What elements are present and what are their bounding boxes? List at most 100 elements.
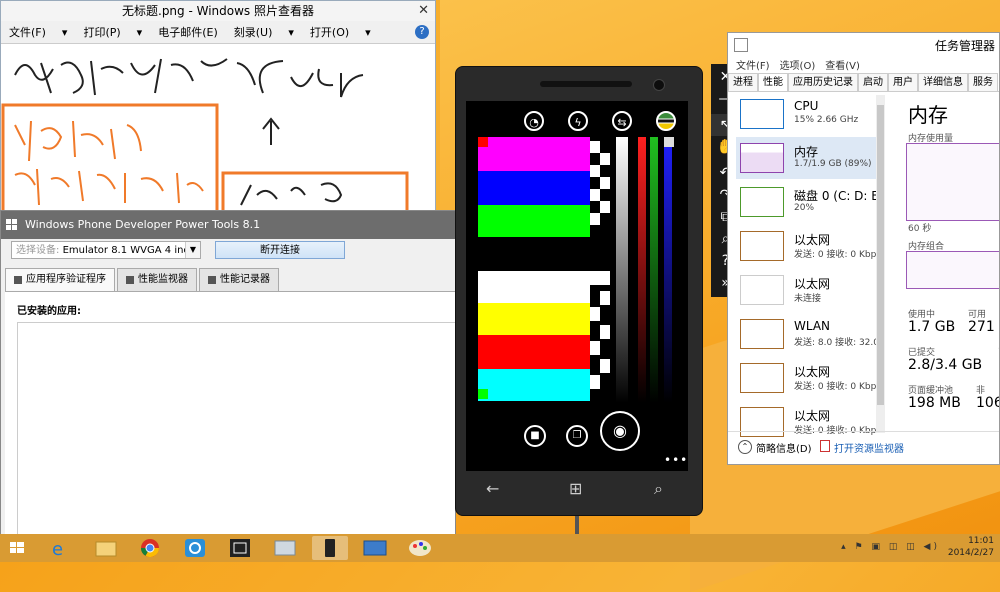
menu-options[interactable]: 选项(O): [780, 57, 816, 72]
timer-icon[interactable]: ◔: [524, 111, 544, 131]
perf-item-ethernet[interactable]: 以太网 未连接: [736, 269, 882, 311]
photo-viewer-taskbar-icon[interactable]: [267, 536, 303, 560]
tab-perf-monitor[interactable]: 性能监视器: [117, 268, 197, 292]
perf-item-name: 以太网: [794, 277, 831, 291]
scrollbar-thumb[interactable]: [877, 105, 884, 405]
perf-item-sub: 发送: 0 接收: 0 Kbp: [794, 250, 877, 260]
shutter-button[interactable]: ◉: [600, 411, 640, 451]
tab-square-icon: [14, 276, 22, 284]
system-tray[interactable]: ▴ ⚑ ▣ ◫ ◫ ◀): [841, 542, 940, 552]
power-tools-window: Windows Phone Developer Power Tools 8.1 …: [0, 210, 456, 536]
start-icon[interactable]: [2, 536, 32, 560]
task-manager-titlebar: 任务管理器: [728, 33, 999, 55]
taskbar: e ▴ ⚑ ▣ ◫ ◫ ◀) 11:01 2014/2/27: [0, 534, 1000, 562]
perf-item-name: 以太网: [794, 233, 831, 247]
ie-icon[interactable]: e: [42, 536, 78, 560]
chrome-icon[interactable]: [132, 536, 168, 560]
tab-details[interactable]: 详细信息: [918, 73, 968, 91]
emulator-taskbar-icon[interactable]: [312, 536, 348, 560]
memory-graph: [740, 143, 784, 173]
close-icon[interactable]: ✕: [418, 1, 429, 21]
front-camera: [653, 79, 665, 91]
phone-screen[interactable]: ◔ ϟ ⇆ ■ ❐ ◉ •••: [466, 101, 688, 471]
lens-icon[interactable]: [656, 111, 676, 131]
scrollbar[interactable]: [876, 95, 885, 433]
memory-usage-graph: [906, 143, 999, 221]
perf-item-memory[interactable]: 内存 1.7/1.9 GB (89%): [736, 137, 882, 179]
paint-icon[interactable]: [402, 536, 438, 560]
perf-item-sub: 15% 2.66 GHz: [794, 115, 859, 125]
device-select-placeholder: 选择设备:: [16, 245, 60, 256]
clock[interactable]: 11:01 2014/2/27: [948, 535, 994, 559]
device-select[interactable]: 选择设备: Emulator 8.1 WVGA 4 inch 512MB ▼: [11, 241, 201, 259]
tab-performance[interactable]: 性能: [758, 73, 788, 91]
perf-item-disk[interactable]: 磁盘 0 (C: D: E: 20%: [736, 181, 883, 223]
perf-item-name: WLAN: [794, 319, 831, 333]
phone-emulator: ◔ ϟ ⇆ ■ ❐ ◉ ••• ← ⊞ ⌕: [455, 66, 703, 516]
installed-apps-label: 已安装的应用:: [17, 306, 81, 317]
video-icon[interactable]: ■: [524, 425, 546, 447]
menu-open[interactable]: 打开(O): [302, 24, 357, 40]
tab-label: 性能监视器: [138, 274, 188, 285]
tab-services[interactable]: 服务: [968, 73, 998, 91]
phone-speaker: [540, 81, 632, 87]
perf-item-sub: 发送: 8.0 接收: 32.0: [794, 338, 879, 348]
perf-item-name: 内存: [794, 145, 819, 159]
ethernet-graph: [740, 231, 784, 261]
start-button[interactable]: ⊞: [569, 479, 582, 498]
more-icon[interactable]: •••: [664, 453, 688, 467]
tab-users[interactable]: 用户: [888, 73, 918, 91]
clock-date: 2014/2/27: [947, 548, 994, 558]
back-button[interactable]: ←: [486, 479, 499, 498]
installed-apps-list[interactable]: [17, 322, 455, 535]
photo-viewer-titlebar: 无标题.png - Windows 照片查看器 ✕: [1, 1, 435, 21]
search-button[interactable]: ⌕: [654, 479, 663, 499]
photo-viewer-title: 无标题.png - Windows 照片查看器: [122, 4, 314, 18]
handwriting-image: [1, 58, 409, 220]
perf-item-name: CPU: [794, 99, 819, 113]
windows-logo-icon: [6, 219, 18, 231]
remote-desktop-icon[interactable]: [357, 536, 393, 560]
perf-item-ethernet[interactable]: 以太网 发送: 0 接收: 0 Kbp: [736, 225, 882, 267]
tab-perf-recorder[interactable]: 性能记录器: [199, 268, 279, 292]
chevron-up-icon[interactable]: ⌃: [738, 440, 752, 454]
perf-item-wlan[interactable]: WLAN 发送: 8.0 接收: 32.0: [736, 313, 882, 355]
photo-image: [1, 45, 435, 220]
perf-item-sub: 1.7/1.9 GB (89%): [794, 159, 872, 169]
chevron-down-icon[interactable]: ▼: [185, 242, 200, 258]
tab-app-verifier[interactable]: 应用程序验证程序: [5, 268, 115, 292]
menu-file[interactable]: 文件(F): [736, 57, 770, 72]
menu-burn[interactable]: 刻录(U): [226, 24, 281, 40]
cloud-app-icon[interactable]: [177, 536, 213, 560]
menu-view[interactable]: 查看(V): [825, 57, 860, 72]
perf-item-name: 磁盘 0 (C: D: E:: [794, 189, 883, 203]
wlan-graph: [740, 319, 784, 349]
photo-viewer-window: 无标题.png - Windows 照片查看器 ✕ 文件(F) ▾ 打印(P) ▾ …: [0, 0, 436, 220]
tab-app-history[interactable]: 应用历史记录: [788, 73, 858, 91]
menu-email[interactable]: 电子邮件(E): [150, 24, 226, 40]
file-explorer-icon[interactable]: [87, 536, 123, 560]
perf-item-ethernet[interactable]: 以太网 发送: 0 接收: 0 Kbp: [736, 357, 882, 399]
perf-item-cpu[interactable]: CPU 15% 2.66 GHz: [736, 93, 882, 135]
power-tools-title: Windows Phone Developer Power Tools 8.1: [25, 218, 261, 231]
power-tools-taskbar-icon[interactable]: [222, 536, 258, 560]
flash-icon[interactable]: ϟ: [568, 111, 588, 131]
disconnect-button[interactable]: 断开连接: [215, 241, 345, 259]
tab-startup[interactable]: 启动: [858, 73, 888, 91]
help-icon[interactable]: ?: [415, 25, 429, 39]
resource-monitor-link[interactable]: 打开资源监视器: [834, 440, 904, 455]
paged-pool-value: 198 MB: [908, 395, 961, 411]
tab-label: 性能记录器: [220, 274, 270, 285]
photo-viewer-menu: 文件(F) ▾ 打印(P) ▾ 电子邮件(E) 刻录(U) ▾ 打开(O) ▾ ?: [1, 21, 435, 44]
menu-file[interactable]: 文件(F): [1, 24, 54, 40]
task-manager-title: 任务管理器: [934, 39, 995, 53]
fewer-details-link[interactable]: 简略信息(D): [756, 440, 812, 455]
memory-composition-bar: [906, 251, 999, 289]
power-tools-titlebar: Windows Phone Developer Power Tools 8.1: [1, 211, 455, 239]
photo-roll-icon[interactable]: ❐: [566, 425, 588, 447]
perf-item-sub: 未连接: [794, 294, 822, 304]
menu-print[interactable]: 打印(P): [75, 24, 128, 40]
tab-processes[interactable]: 进程: [728, 73, 758, 91]
camera-switch-icon[interactable]: ⇆: [612, 111, 632, 131]
svg-text:e: e: [52, 539, 63, 560]
